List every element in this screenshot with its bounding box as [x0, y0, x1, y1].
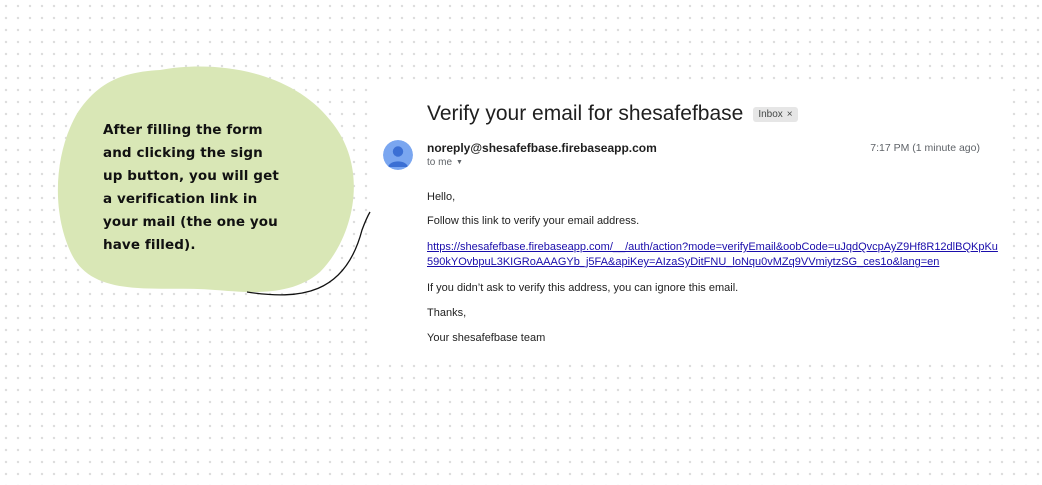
recipient-label: to me [427, 157, 453, 168]
sender-avatar-icon[interactable] [383, 140, 413, 170]
chevron-down-icon[interactable]: ▼ [456, 159, 463, 166]
email-timestamp: 7:17 PM (1 minute ago) [870, 142, 980, 154]
recipient-details[interactable]: to me ▼ [427, 157, 463, 168]
callout-instruction-text: After filling the form and clicking the … [103, 122, 279, 253]
sender-address[interactable]: noreply@shesafefbase.firebaseapp.com [427, 141, 657, 155]
inbox-label-badge: Inbox × [753, 106, 798, 122]
email-greeting: Hello, [427, 191, 456, 203]
email-signoff: Your shesafefbase team [427, 332, 546, 344]
remove-label-icon[interactable]: × [787, 109, 793, 120]
email-view: Verify your email for shesafefbase Inbox… [372, 84, 1012, 360]
email-subject: Verify your email for shesafefbase [427, 102, 744, 125]
email-ignore-notice: If you didn’t ask to verify this address… [427, 282, 739, 294]
inbox-label-text: Inbox [758, 108, 783, 120]
email-thanks: Thanks, [427, 307, 467, 319]
subject-row: Verify your email for shesafefbase Inbox… [427, 102, 798, 126]
verification-link[interactable]: https://shesafefbase.firebaseapp.com/__/… [427, 240, 1002, 270]
email-instruction: Follow this link to verify your email ad… [427, 215, 640, 227]
